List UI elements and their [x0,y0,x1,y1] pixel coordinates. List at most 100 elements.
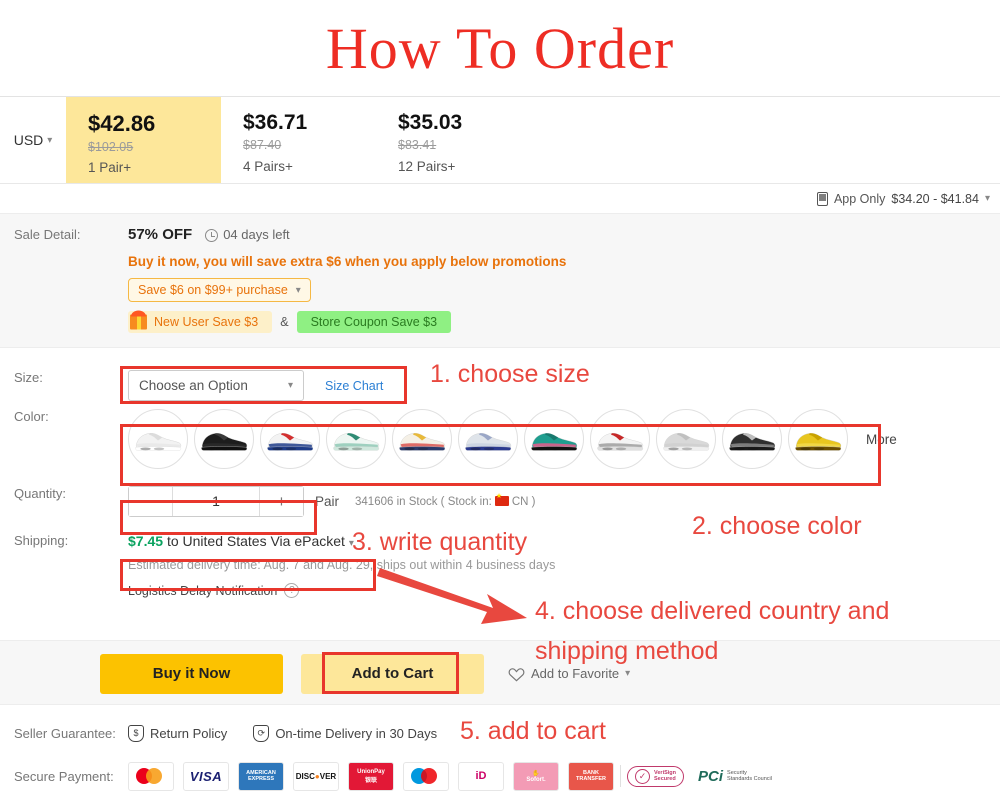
stock-info: 341606 in Stock ( Stock in: CN ) [355,492,536,508]
trust-badges: ✓ VeriSign Secured PCi Security Standards Cou… [627,765,772,787]
shoe-thumbnail-icon [531,433,578,451]
quantity-label: Quantity: [14,486,67,501]
size-section: Size: Choose an Option ▾ Size Chart [0,348,1000,404]
price-tier-3-price: $35.03 [398,111,463,134]
app-only-label: App Only [833,191,886,206]
price-tier-3[interactable]: $35.03 $83.41 12 Pairs+ [376,97,531,183]
shipping-to-word: to [166,533,179,549]
promo-headline: Buy it now, you will save extra $6 when … [128,254,567,269]
page-title: How To Order [325,15,675,81]
color-swatch-mint-green-white[interactable] [326,409,386,469]
size-select[interactable]: Choose an Option ▾ [128,370,304,401]
color-swatch-white-triple-white[interactable] [128,409,188,469]
shipping-price: $7.45 [128,533,164,549]
secure-payment-row: Secure Payment: VISA AMERICAN EXPRESS DISC●… [0,758,1000,794]
shipping-section: Shipping: $7.45 to United States Via ePa… [0,521,1000,598]
color-swatch-white-red-grey[interactable] [590,409,650,469]
color-swatch-grey-silver[interactable] [656,409,716,469]
color-swatch-list [128,409,848,469]
stock-count-text: 341606 in Stock ( Stock in: [355,495,492,508]
add-to-cart-button[interactable]: Add to Cart [301,653,484,694]
currency-selector[interactable]: USD ▾ [0,97,66,183]
chevron-down-icon: ▾ [625,668,631,679]
shoe-thumbnail-icon [663,433,710,451]
quantity-increase-button[interactable]: + [259,487,303,516]
trust-badge-verisign-secured: ✓ VeriSign Secured [627,765,685,787]
seller-guarantee-row: Seller Guarantee: $ Return Policy ⟳ On-t… [0,716,1000,750]
color-section: Color: More [0,404,1000,469]
annotation-step-4-line-1: 4. choose delivered country and [535,597,890,625]
quantity-unit: Pair [315,494,340,509]
on-time-delivery-item[interactable]: ⟳ On-time Delivery in 30 Days [253,724,438,742]
page-header: How To Order [0,0,1000,96]
payment-icon-unionpay: UnionPay 银联 [348,761,394,791]
quantity-section: Quantity: − 1 + Pair 341606 in Stock ( S… [0,469,1000,521]
price-tier-1-old: $102.05 [88,139,134,154]
color-label: Color: [14,409,49,424]
help-icon[interactable]: ? [284,583,300,598]
store-coupon-chip[interactable]: Store Coupon Save $3 [296,311,452,333]
payment-icon-american-express: AMERICAN EXPRESS [238,761,284,791]
quantity-stepper[interactable]: − 1 + [128,486,304,517]
shoe-thumbnail-icon [333,433,380,451]
color-swatch-black-silver-gradient[interactable] [722,409,782,469]
color-swatch-teal-pink[interactable] [524,409,584,469]
shoe-thumbnail-icon [795,433,842,451]
on-time-delivery-label: On-time Delivery in 30 Days [275,725,438,741]
seller-guarantee-label: Seller Guarantee: [14,725,116,741]
shipping-option-selector[interactable]: $7.45 to United States Via ePacket ▾ [128,533,555,549]
shoe-thumbnail-icon [201,433,248,451]
days-left: 04 days left [223,227,290,242]
logistics-delay-row[interactable]: Logistics Delay Notification ? [128,583,555,598]
payment-icon-bank-transfer: BANK TRANSFER [568,761,614,791]
size-chart-link[interactable]: Size Chart [325,379,383,393]
stock-country-text: CN ) [511,495,536,508]
heart-icon [508,667,525,682]
chevron-down-icon: ▾ [348,538,354,549]
color-swatch-usa-red-white-blue[interactable] [260,409,320,469]
add-to-favorite-label: Add to Favorite [531,666,620,681]
return-policy-label: Return Policy [150,725,228,741]
coupon-chip[interactable]: Save $6 on $99+ purchase ▾ [128,278,311,302]
color-swatch-black[interactable] [194,409,254,469]
payment-icon-sofort: ✋ Sofort. [513,761,559,791]
color-swatch-metallic-gold[interactable] [788,409,848,469]
price-tier-bar: USD ▾ $42.86 $102.05 1 Pair+ $36.71 $87.… [0,96,1000,184]
gift-icon [130,310,147,330]
ampersand-separator: & [280,315,289,329]
shoe-thumbnail-icon [267,433,314,451]
cta-band: Buy it Now Add to Cart Add to Favorite ▾ [0,640,1000,705]
shoe-thumbnail-icon [465,433,512,451]
payment-icon-discover: DISC●VER [293,761,339,791]
price-tier-1-price: $42.86 [88,111,156,136]
shipping-destination: United States Via ePacket [182,533,345,549]
return-policy-item[interactable]: $ Return Policy [128,724,228,742]
color-swatch-sean-wotherspoon-yellow[interactable] [392,409,452,469]
logistics-delay-label: Logistics Delay Notification [128,583,278,598]
shoe-thumbnail-icon [399,433,446,451]
add-to-favorite-control[interactable]: Add to Favorite ▾ [508,666,630,682]
sale-detail-section: Sale Detail: 57% OFF 04 days left Buy it… [0,214,1000,348]
shipping-label: Shipping: [14,533,69,548]
app-only-bar[interactable]: App Only $34.20 - $41.84 ▾ [0,184,1000,214]
chevron-down-icon[interactable]: ▾ [985,193,990,204]
currency-label: USD [13,132,44,148]
buy-it-now-button[interactable]: Buy it Now [100,653,283,694]
price-tier-1[interactable]: $42.86 $102.05 1 Pair+ [66,97,221,183]
price-tier-2-price: $36.71 [243,111,308,134]
payment-icon-visa: VISA [183,761,229,791]
quantity-decrease-button[interactable]: − [129,487,173,516]
size-label: Size: [14,370,43,385]
quantity-input[interactable]: 1 [173,487,259,516]
china-flag-icon [494,492,509,506]
price-tier-2-unit: 4 Pairs+ [243,158,293,174]
new-user-coupon-chip[interactable]: New User Save $3 [128,310,273,333]
color-swatch-silver-blue-bullet[interactable] [458,409,518,469]
trust-badge-pci-security-standards-council: PCi Security Standards Council [698,767,772,785]
payment-icon-mastercard [128,761,174,791]
sale-detail-label: Sale Detail: [14,227,81,242]
more-colors-link[interactable]: More [866,432,897,447]
divider [620,765,621,787]
price-tier-2[interactable]: $36.71 $87.40 4 Pairs+ [221,97,376,183]
shoe-thumbnail-icon [729,433,776,451]
